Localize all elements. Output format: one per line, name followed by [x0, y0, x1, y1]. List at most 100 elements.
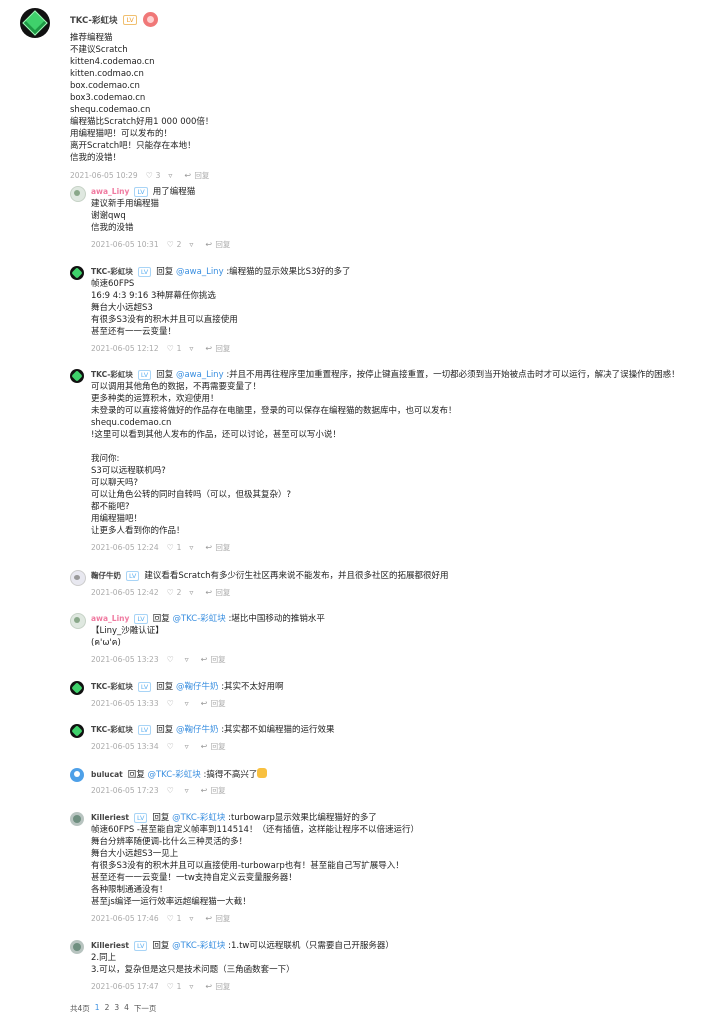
- reply-meta: 2021-06-05 12:42 ♡ 2 ▿ ↩ 回复: [91, 587, 230, 598]
- dislike-button[interactable]: ▿: [184, 654, 193, 664]
- dislike-button[interactable]: ▿: [189, 240, 197, 249]
- like-button[interactable]: ♡ 1: [167, 543, 182, 552]
- user-avatar[interactable]: [70, 940, 84, 954]
- thumb-down-icon: ▿: [184, 654, 189, 664]
- user-name[interactable]: bulucat: [91, 769, 123, 781]
- reply-prefix: 回复: [156, 725, 174, 735]
- reply-button[interactable]: ↩ 回复: [205, 981, 230, 992]
- dislike-button[interactable]: ▿: [185, 699, 193, 708]
- like-button[interactable]: ♡: [166, 785, 177, 795]
- reply-body: 可以调用其他角色的数据，不再需要变量了！ 更多种类的运算积木，欢迎使用！ 未登录的可…: [91, 381, 457, 537]
- mention-link[interactable]: @TKC-彩虹块: [147, 770, 200, 780]
- author-name[interactable]: TKC-彩虹块: [70, 14, 117, 26]
- page-link-4[interactable]: 4: [124, 1003, 129, 1014]
- post-line: 用编程猫吧！可以发布的！: [70, 129, 173, 139]
- reply-head-text: :堪比中国移动的推销水平: [228, 614, 325, 624]
- reply-icon: ↩: [205, 981, 213, 991]
- user-avatar[interactable]: [70, 812, 84, 826]
- reply-button[interactable]: ↩ 回复: [205, 343, 230, 354]
- thumb-down-icon: ▿: [189, 913, 194, 923]
- pagination: 共4页 1 2 3 4 下一页: [70, 1003, 156, 1014]
- mention-link[interactable]: @awa_Liny: [176, 370, 224, 380]
- dislike-button[interactable]: ▿: [189, 982, 197, 991]
- mention-link[interactable]: @鞠仔牛奶: [176, 725, 219, 735]
- reply-line: 我问你:: [91, 454, 120, 464]
- next-page-link[interactable]: 下一页: [134, 1003, 157, 1014]
- dislike-button[interactable]: ▿: [185, 786, 193, 795]
- like-button[interactable]: ♡ 1: [167, 914, 182, 923]
- user-name[interactable]: awa_Liny: [91, 613, 129, 625]
- dislike-button[interactable]: ▿: [189, 344, 197, 353]
- user-name[interactable]: Killeriest: [91, 940, 129, 952]
- user-name[interactable]: TKC-彩虹块: [91, 266, 133, 278]
- reply-meta: 2021-06-05 10:31 ♡ 2 ▿ ↩ 回复: [91, 239, 230, 250]
- user-avatar[interactable]: [70, 613, 86, 629]
- reply-prefix: 回复: [127, 770, 145, 780]
- user-avatar[interactable]: [70, 369, 84, 383]
- post-line: 不建议Scratch: [70, 45, 128, 55]
- mention-link[interactable]: @awa_Liny: [176, 267, 224, 277]
- user-name[interactable]: 鞠仔牛奶: [91, 570, 121, 582]
- like-button[interactable]: ♡ 2: [167, 588, 182, 597]
- post-header: TKC-彩虹块 LV: [70, 12, 158, 27]
- page-link-2[interactable]: 2: [105, 1003, 110, 1014]
- reply-button[interactable]: ↩ 回复: [184, 170, 209, 182]
- reply-label: 回复: [194, 171, 210, 180]
- dislike-button[interactable]: ▿: [189, 543, 197, 552]
- user-avatar[interactable]: [70, 186, 86, 202]
- page-link-1[interactable]: 1: [95, 1003, 100, 1014]
- like-button[interactable]: ♡ 1: [167, 344, 182, 353]
- mention-link[interactable]: @TKC-彩虹块: [172, 813, 225, 823]
- reply-meta: 2021-06-05 13:34 ♡ ▿ ↩ 回复: [91, 741, 226, 752]
- user-avatar[interactable]: [70, 768, 84, 782]
- user-name[interactable]: TKC-彩虹块: [91, 681, 133, 693]
- reply-header: TKC-彩虹块 LV 回复 @awa_Liny :编程猫的显示效果比S3好的多了: [91, 266, 350, 278]
- reply-header: TKC-彩虹块 LV 回复 @awa_Liny :并且不用再往程序里加重置程序，按停…: [91, 369, 680, 381]
- medal-icon: [142, 12, 158, 27]
- like-button[interactable]: ♡: [167, 655, 177, 664]
- reply-button[interactable]: ↩ 回复: [201, 698, 226, 709]
- mention-link[interactable]: @TKC-彩虹块: [172, 941, 225, 951]
- page-link-3[interactable]: 3: [114, 1003, 119, 1014]
- user-name[interactable]: awa_Liny: [91, 186, 129, 198]
- like-button[interactable]: ♡ 3: [146, 170, 161, 182]
- reply-button[interactable]: ↩ 回复: [205, 239, 230, 250]
- level-badge: LV: [123, 14, 137, 25]
- mention-link[interactable]: @鞠仔牛奶: [176, 682, 219, 692]
- reply-text: 建议看看Scratch有多少衍生社区再来说不能发布，并且很多社区的拓展都很好用: [144, 570, 448, 582]
- reply-meta: 2021-06-05 12:12 ♡ 1 ▿ ↩ 回复: [91, 343, 230, 354]
- user-avatar[interactable]: [70, 266, 84, 280]
- author-avatar[interactable]: [20, 8, 50, 38]
- user-name[interactable]: Killeriest: [91, 812, 129, 824]
- dislike-button[interactable]: ▿: [189, 587, 197, 597]
- user-avatar[interactable]: [70, 681, 84, 695]
- like-button[interactable]: ♡: [167, 699, 177, 708]
- reply-button[interactable]: ↩ 回复: [205, 542, 230, 553]
- reply-line: (ฅ'ω'ฅ): [91, 638, 121, 648]
- thumb-up-icon: ♡: [166, 343, 174, 353]
- reply-button[interactable]: ↩ 回复: [205, 587, 230, 598]
- user-avatar[interactable]: [70, 570, 86, 586]
- user-name[interactable]: TKC-彩虹块: [91, 724, 133, 736]
- reply-button[interactable]: ↩ 回复: [201, 741, 226, 752]
- like-button[interactable]: ♡ 2: [167, 240, 182, 249]
- reply-button[interactable]: ↩ 回复: [201, 785, 226, 796]
- reply-button[interactable]: ↩ 回复: [205, 913, 230, 924]
- reply-line: 用编程猫吧！: [91, 514, 143, 524]
- user-name[interactable]: TKC-彩虹块: [91, 369, 133, 381]
- user-avatar[interactable]: [70, 724, 84, 738]
- reply-head-text: :其实不太好用啊: [221, 682, 284, 692]
- dislike-button[interactable]: ▿: [168, 172, 176, 180]
- reply-button[interactable]: ↩ 回复: [201, 654, 226, 665]
- thumb-down-icon: ▿: [189, 587, 194, 597]
- reply-line: 有很多S3没有的积木并且可以直接使用: [91, 315, 238, 325]
- dislike-button[interactable]: ▿: [189, 913, 197, 923]
- reply-head-text: :其实都不如编程猫的运行效果: [221, 725, 335, 735]
- like-button[interactable]: ♡: [167, 742, 177, 751]
- reply-meta: 2021-06-05 13:33 ♡ ▿ ↩ 回复: [91, 698, 226, 709]
- like-button[interactable]: ♡ 1: [167, 982, 182, 991]
- thumb-up-icon: ♡: [166, 785, 174, 795]
- mention-link[interactable]: @TKC-彩虹块: [172, 614, 225, 624]
- dislike-button[interactable]: ▿: [185, 742, 193, 751]
- reply-time: 2021-06-05 12:12: [91, 344, 159, 353]
